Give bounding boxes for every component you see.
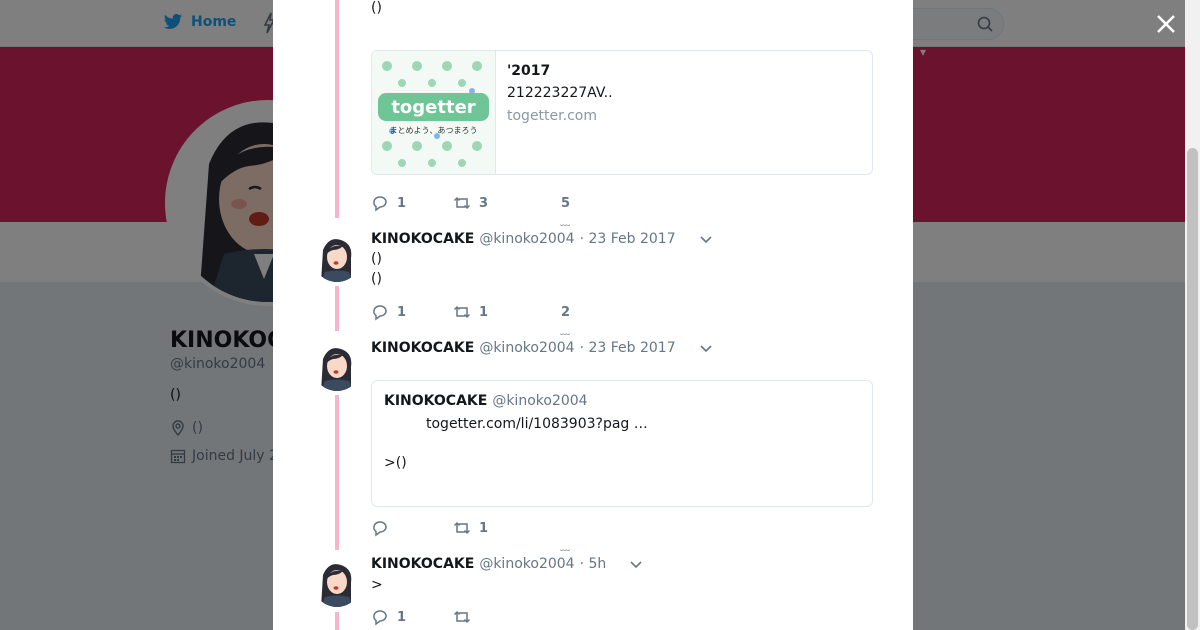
- like-mark[interactable]: ﹏: [560, 538, 570, 553]
- reply-icon: [373, 305, 387, 321]
- avatar-illustration-small: [313, 559, 361, 607]
- tweet-avatar[interactable]: [313, 559, 361, 607]
- avatar-illustration-small: [313, 343, 361, 391]
- tweet-modal: () togetter まとめよう、あつまろう '2017 212223227A…: [273, 0, 913, 630]
- tweet-actions: 1 1: [371, 302, 535, 322]
- tweet-author-handle[interactable]: @kinoko2004: [479, 556, 574, 572]
- retweet-icon: [453, 305, 471, 319]
- tweet-text: (): [371, 0, 382, 16]
- tweet-avatar[interactable]: [313, 234, 361, 282]
- quoted-tweet[interactable]: KINOKOCAKE @kinoko2004 togetter.com/li/1…: [371, 380, 873, 507]
- tweet-text-line: (): [371, 271, 382, 287]
- like-count[interactable]: 2: [561, 305, 570, 320]
- quoted-link[interactable]: togetter.com/li/1083903?pag …: [426, 416, 648, 432]
- chevron-down-icon[interactable]: [629, 557, 643, 571]
- tweet-author-name[interactable]: KINOKOCAKE: [371, 231, 474, 247]
- card-domain: togetter.com: [507, 108, 597, 124]
- reply-button[interactable]: [371, 519, 453, 537]
- quoted-tweet-header: KINOKOCAKE @kinoko2004: [384, 393, 588, 409]
- retweet-icon: [453, 610, 471, 624]
- retweet-button[interactable]: 3: [453, 194, 535, 212]
- thread-line: [335, 395, 339, 550]
- thread-line: [335, 0, 339, 218]
- togetter-logo-text: togetter: [391, 97, 475, 118]
- tweet-date[interactable]: · 23 Feb 2017: [580, 231, 676, 247]
- tweet-header: KINOKOCAKE @kinoko2004 · 23 Feb 2017: [371, 340, 713, 356]
- card-thumbnail: togetter まとめよう、あつまろう: [372, 51, 496, 174]
- reply-button[interactable]: 1: [371, 194, 453, 212]
- link-card[interactable]: togetter まとめよう、あつまろう '2017 212223227AV..…: [371, 50, 873, 175]
- tweet-avatar[interactable]: [313, 343, 361, 391]
- reply-button[interactable]: 1: [371, 303, 453, 321]
- retweet-count: 1: [479, 520, 489, 536]
- tweet-author-handle[interactable]: @kinoko2004: [479, 340, 574, 356]
- avatar-illustration-small: [313, 234, 361, 282]
- retweet-button[interactable]: 1: [453, 303, 535, 321]
- tweet-actions: 1 3: [371, 193, 535, 213]
- retweet-button[interactable]: 1: [453, 519, 535, 537]
- tweet-text-line: (): [371, 251, 382, 267]
- card-description: 212223227AV..: [507, 85, 613, 101]
- card-title: '2017: [507, 63, 551, 79]
- thread-line: [335, 286, 339, 331]
- reply-button[interactable]: 1: [371, 608, 453, 626]
- retweet-count: 3: [479, 195, 489, 211]
- tweet-actions: 1: [371, 607, 535, 627]
- retweet-button[interactable]: [453, 608, 535, 626]
- reply-icon: [373, 521, 387, 537]
- chevron-down-icon[interactable]: [699, 341, 713, 355]
- tweet-text: >: [371, 577, 383, 593]
- tweet-actions: 1: [371, 518, 535, 538]
- tweet-header: KINOKOCAKE @kinoko2004 · 5h: [371, 556, 643, 572]
- quoted-tweet-text: >(): [384, 455, 407, 471]
- retweet-icon: [453, 196, 471, 210]
- retweet-icon: [453, 521, 471, 535]
- close-icon[interactable]: [1154, 12, 1178, 36]
- chevron-down-icon[interactable]: [699, 232, 713, 246]
- tweet-date[interactable]: · 23 Feb 2017: [580, 340, 676, 356]
- like-mark: ﹏: [560, 217, 570, 228]
- reply-icon: [373, 610, 387, 626]
- quoted-tweet-text: togetter.com/li/1083903?pag …: [384, 416, 648, 432]
- tweet-author-name[interactable]: KINOKOCAKE: [371, 556, 474, 572]
- tweet-date[interactable]: · 5h: [580, 556, 607, 572]
- reply-icon: [373, 196, 387, 212]
- retweet-count: 1: [479, 304, 489, 320]
- togetter-logo-icon: togetter まとめよう、あつまろう: [372, 51, 495, 174]
- togetter-tagline: まとめよう、あつまろう: [390, 126, 478, 135]
- reply-count: 1: [397, 609, 407, 625]
- like-count[interactable]: 5: [561, 196, 570, 211]
- quoted-author-name: KINOKOCAKE: [384, 393, 488, 409]
- tweet-header: KINOKOCAKE @kinoko2004 · 23 Feb 2017: [371, 231, 713, 247]
- tweet-author-handle[interactable]: @kinoko2004: [479, 231, 574, 247]
- reply-count: 1: [397, 304, 407, 320]
- reply-count: 1: [397, 195, 407, 211]
- like-mark: ﹏: [560, 326, 570, 337]
- scrollbar-thumb[interactable]: [1187, 148, 1198, 630]
- page-scrollbar[interactable]: [1185, 0, 1200, 630]
- tweet-author-name[interactable]: KINOKOCAKE: [371, 340, 474, 356]
- quoted-author-handle: @kinoko2004: [492, 393, 588, 409]
- thread-line: [335, 612, 339, 630]
